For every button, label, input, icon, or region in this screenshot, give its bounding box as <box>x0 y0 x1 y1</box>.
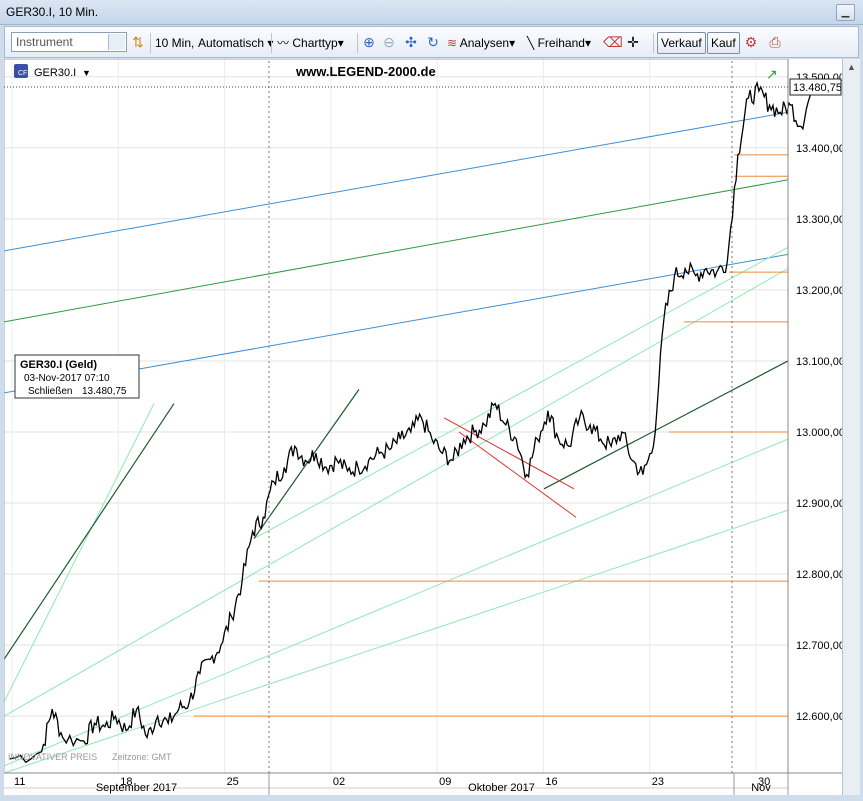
month-label: Oktober 2017 <box>468 782 535 794</box>
plot-frame <box>3 58 789 774</box>
infobox-title: GER30.I (Geld) <box>20 359 97 371</box>
scroll-up-icon[interactable]: ▲ <box>843 59 860 76</box>
month-label: Nov <box>751 782 771 794</box>
watermark: www.LEGEND-2000.de <box>295 64 436 79</box>
light-green-trend-line <box>3 438 789 767</box>
x-tick-label: 11 <box>14 776 25 788</box>
buy-button[interactable]: Kauf <box>707 32 740 54</box>
symbol-dropdown-icon[interactable]: ▼ <box>82 68 91 78</box>
symbol-label[interactable]: GER30.I <box>34 67 76 79</box>
x-tick-label: 02 <box>333 776 345 788</box>
x-tick-label: 16 <box>545 776 557 788</box>
y-tick-label: 13.200,00 <box>796 285 842 297</box>
dark-green-trend-line <box>3 403 175 660</box>
y-tick-label: 12.900,00 <box>796 498 842 510</box>
charttype-icon: 〰 <box>277 36 290 50</box>
green-trend-line <box>3 179 789 323</box>
y-tick-label: 12.600,00 <box>796 711 842 723</box>
instrument-picker-icon[interactable] <box>108 34 125 50</box>
sell-button[interactable]: Verkauf <box>657 32 706 54</box>
freihand-menu[interactable]: ╲ Freihand▾ <box>527 33 591 53</box>
line-draw-icon: ╲ <box>527 36 535 50</box>
minimize-icon[interactable]: ▁ <box>836 4 855 21</box>
infobox-datetime: 03-Nov-2017 07:10 <box>24 373 110 384</box>
y-tick-label: 12.800,00 <box>796 569 842 581</box>
infobox-close-value: 13.480,75 <box>82 386 127 397</box>
symbol-icon-label: CFD <box>18 70 32 77</box>
timezone-label: Zeitzone: GMT <box>112 752 172 762</box>
y-axis: 13.500,0013.400,0013.300,0013.200,0013.1… <box>796 72 845 723</box>
fit-icon[interactable]: ✣ <box>403 34 419 50</box>
footer-label: INNOVATIVER PREIS <box>8 752 97 762</box>
analysen-menu[interactable]: ≋ Analysen▾ <box>447 33 515 53</box>
x-tick-label: 09 <box>439 776 451 788</box>
print-icon[interactable]: ⎙ <box>767 34 783 50</box>
info-box: GER30.I (Geld) 03-Nov-2017 07:10 Schließ… <box>14 354 140 399</box>
month-label: September 2017 <box>96 782 177 794</box>
analysen-icon: ≋ <box>447 36 458 50</box>
trend-up-icon: ↗ <box>766 66 778 82</box>
chart-area[interactable]: 13.500,00 13.400,00 13.300,00 13.200,00 13.1… <box>3 58 845 795</box>
infobox-close-label: Schließen <box>28 386 72 397</box>
blue-trend-line <box>3 111 789 252</box>
chart-grid <box>4 59 788 773</box>
light-green-trend-line <box>3 268 789 717</box>
refresh-icon[interactable]: ↻ <box>425 34 441 50</box>
dark-green-trend-line <box>543 360 789 490</box>
light-green-trend-line <box>253 246 789 539</box>
chart-toolbar: Instrument ⇅ 10 Min, Automatisch ▾ 〰 Cha… <box>4 26 859 58</box>
settings-icon[interactable]: ⚙ <box>743 34 759 50</box>
instrument-list-icon[interactable]: ⇅ <box>130 34 146 50</box>
window-title: GER30.I, 10 Min. <box>6 5 99 19</box>
last-price-label: 13.480,75 <box>793 82 842 94</box>
y-tick-label: 12.700,00 <box>796 640 842 652</box>
crosshair-icon[interactable]: ✛ <box>625 34 641 50</box>
y-tick-label: 13.000,00 <box>796 427 842 439</box>
scale-select[interactable]: Automatisch ▾ <box>198 33 273 53</box>
y-tick-label: 13.400,00 <box>796 143 842 155</box>
y-tick-label: 13.100,00 <box>796 356 842 368</box>
x-tick-label: 23 <box>652 776 664 788</box>
zoom-out-icon[interactable]: ⊖ <box>381 34 397 50</box>
interval-select[interactable]: 10 Min, <box>155 33 194 53</box>
eraser-icon[interactable]: ⌫ <box>603 34 623 50</box>
trend-lines <box>3 59 789 774</box>
light-green-trend-line <box>3 403 155 703</box>
vertical-scrollbar[interactable]: ▲ <box>842 59 860 795</box>
price-line <box>9 80 813 764</box>
charttype-menu[interactable]: 〰 Charttyp▾ <box>277 33 344 53</box>
zoom-in-icon[interactable]: ⊕ <box>361 34 377 50</box>
window-titlebar: GER30.I, 10 Min. ▁ <box>0 0 863 25</box>
x-tick-label: 25 <box>227 776 239 788</box>
y-tick-label: 13.300,00 <box>796 214 842 226</box>
light-green-trend-line <box>3 509 789 774</box>
price-chart[interactable]: 13.500,0013.400,0013.300,0013.200,0013.1… <box>3 58 845 795</box>
instrument-input[interactable]: Instrument <box>11 32 127 52</box>
